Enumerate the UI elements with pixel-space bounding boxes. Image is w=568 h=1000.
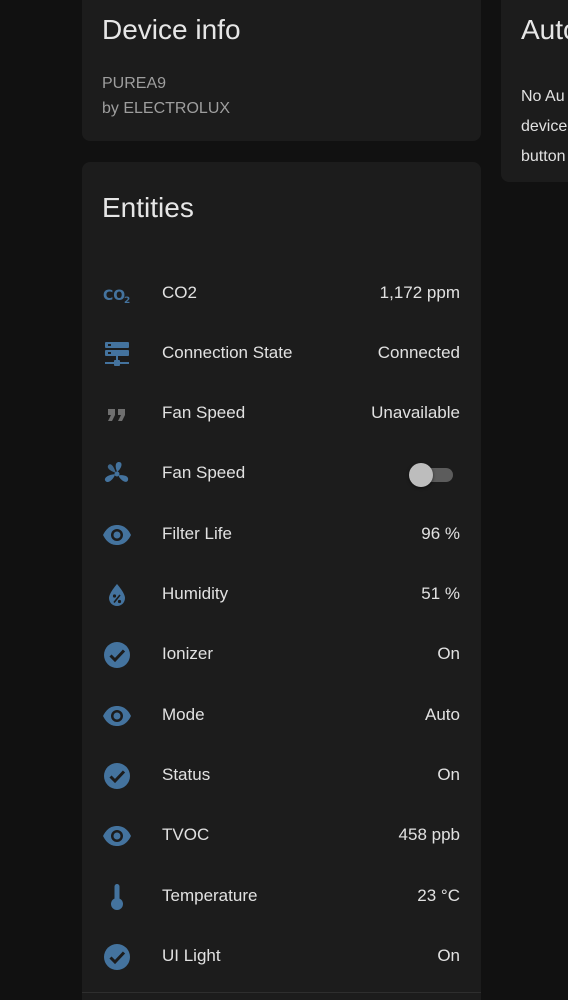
entity-row-filter-life[interactable]: Filter Life 96 %: [82, 504, 481, 564]
toggle-thumb: [409, 463, 433, 487]
entity-state: On: [437, 644, 460, 663]
automations-text-line-3: button: [521, 148, 566, 165]
entity-state: 1,172 ppm: [379, 283, 460, 302]
entity-row-temperature[interactable]: Temperature 23 °C: [82, 866, 481, 926]
automations-text-line-1: No Au: [521, 88, 565, 105]
entity-name: UI Light: [162, 946, 221, 965]
entity-row-status[interactable]: Status On: [82, 745, 481, 805]
device-manufacturer: by ELECTROLUX: [102, 100, 231, 117]
entity-name: CO2: [162, 283, 197, 302]
entity-state: 458 ppb: [398, 825, 460, 844]
co2-icon: CO 2: [102, 279, 132, 309]
check-circle-icon: [102, 761, 132, 791]
entity-state: Auto: [425, 705, 460, 724]
eye-icon: [102, 821, 132, 851]
automations-title: Auto: [521, 14, 568, 45]
water-percent-icon: [102, 580, 132, 610]
svg-text:CO: CO: [103, 288, 125, 304]
entity-state: 96 %: [421, 524, 460, 543]
entity-name: Temperature: [162, 886, 258, 905]
fan-speed-toggle[interactable]: [409, 463, 455, 487]
entity-name: Humidity: [162, 584, 229, 603]
entity-name: TVOC: [162, 825, 210, 844]
device-model: PUREA9: [102, 75, 167, 92]
device-info-title: Device info: [102, 14, 241, 45]
entities-title: Entities: [102, 192, 194, 223]
check-circle-icon: [102, 640, 132, 670]
entity-state: On: [437, 946, 460, 965]
entity-row-mode[interactable]: Mode Auto: [82, 685, 481, 745]
entity-row-ui-light[interactable]: UI Light On: [82, 926, 481, 986]
format-quote-icon: [102, 399, 132, 429]
eye-icon: [102, 520, 132, 550]
server-network-icon: [102, 339, 132, 369]
entity-name: Fan Speed: [162, 403, 246, 422]
thermometer-icon: [102, 882, 132, 912]
page: Device info PUREA9 by ELECTROLUX Auto No…: [0, 0, 568, 1000]
entity-row-ionizer[interactable]: Ionizer On: [82, 624, 481, 684]
entities-card: Entities CO 2 CO2 1,172 ppm Connection S…: [82, 162, 481, 1000]
automations-text-line-2: device: [521, 118, 568, 135]
entity-row-fan-speed-switch: Fan Speed: [82, 443, 481, 503]
entity-name: Ionizer: [162, 644, 214, 663]
entity-name: Status: [162, 765, 211, 784]
card-divider: [82, 992, 481, 993]
svg-text:2: 2: [124, 296, 130, 306]
check-circle-icon: [102, 942, 132, 972]
entity-row-co2[interactable]: CO 2 CO2 1,172 ppm: [82, 263, 481, 323]
entity-row-tvoc[interactable]: TVOC 458 ppb: [82, 805, 481, 865]
entity-state: Connected: [377, 343, 460, 362]
entity-row-humidity[interactable]: Humidity 51 %: [82, 564, 481, 624]
entity-name: Fan Speed: [162, 463, 246, 482]
entity-state: 23 °C: [417, 886, 460, 905]
entity-row-connection-state[interactable]: Connection State Connected: [82, 323, 481, 383]
entity-state: 51 %: [421, 584, 460, 603]
fan-icon: [102, 459, 132, 489]
entity-state: Unavailable: [371, 403, 460, 422]
device-info-card: Device info PUREA9 by ELECTROLUX: [82, 0, 481, 141]
eye-icon: [102, 701, 132, 731]
automations-card: Auto No Au device button: [501, 0, 568, 182]
entity-name: Filter Life: [162, 524, 232, 543]
entity-name: Connection State: [162, 343, 293, 362]
entity-name: Mode: [162, 705, 205, 724]
entity-row-fan-speed-sensor[interactable]: Fan Speed Unavailable: [82, 383, 481, 443]
entity-state: On: [437, 765, 460, 784]
